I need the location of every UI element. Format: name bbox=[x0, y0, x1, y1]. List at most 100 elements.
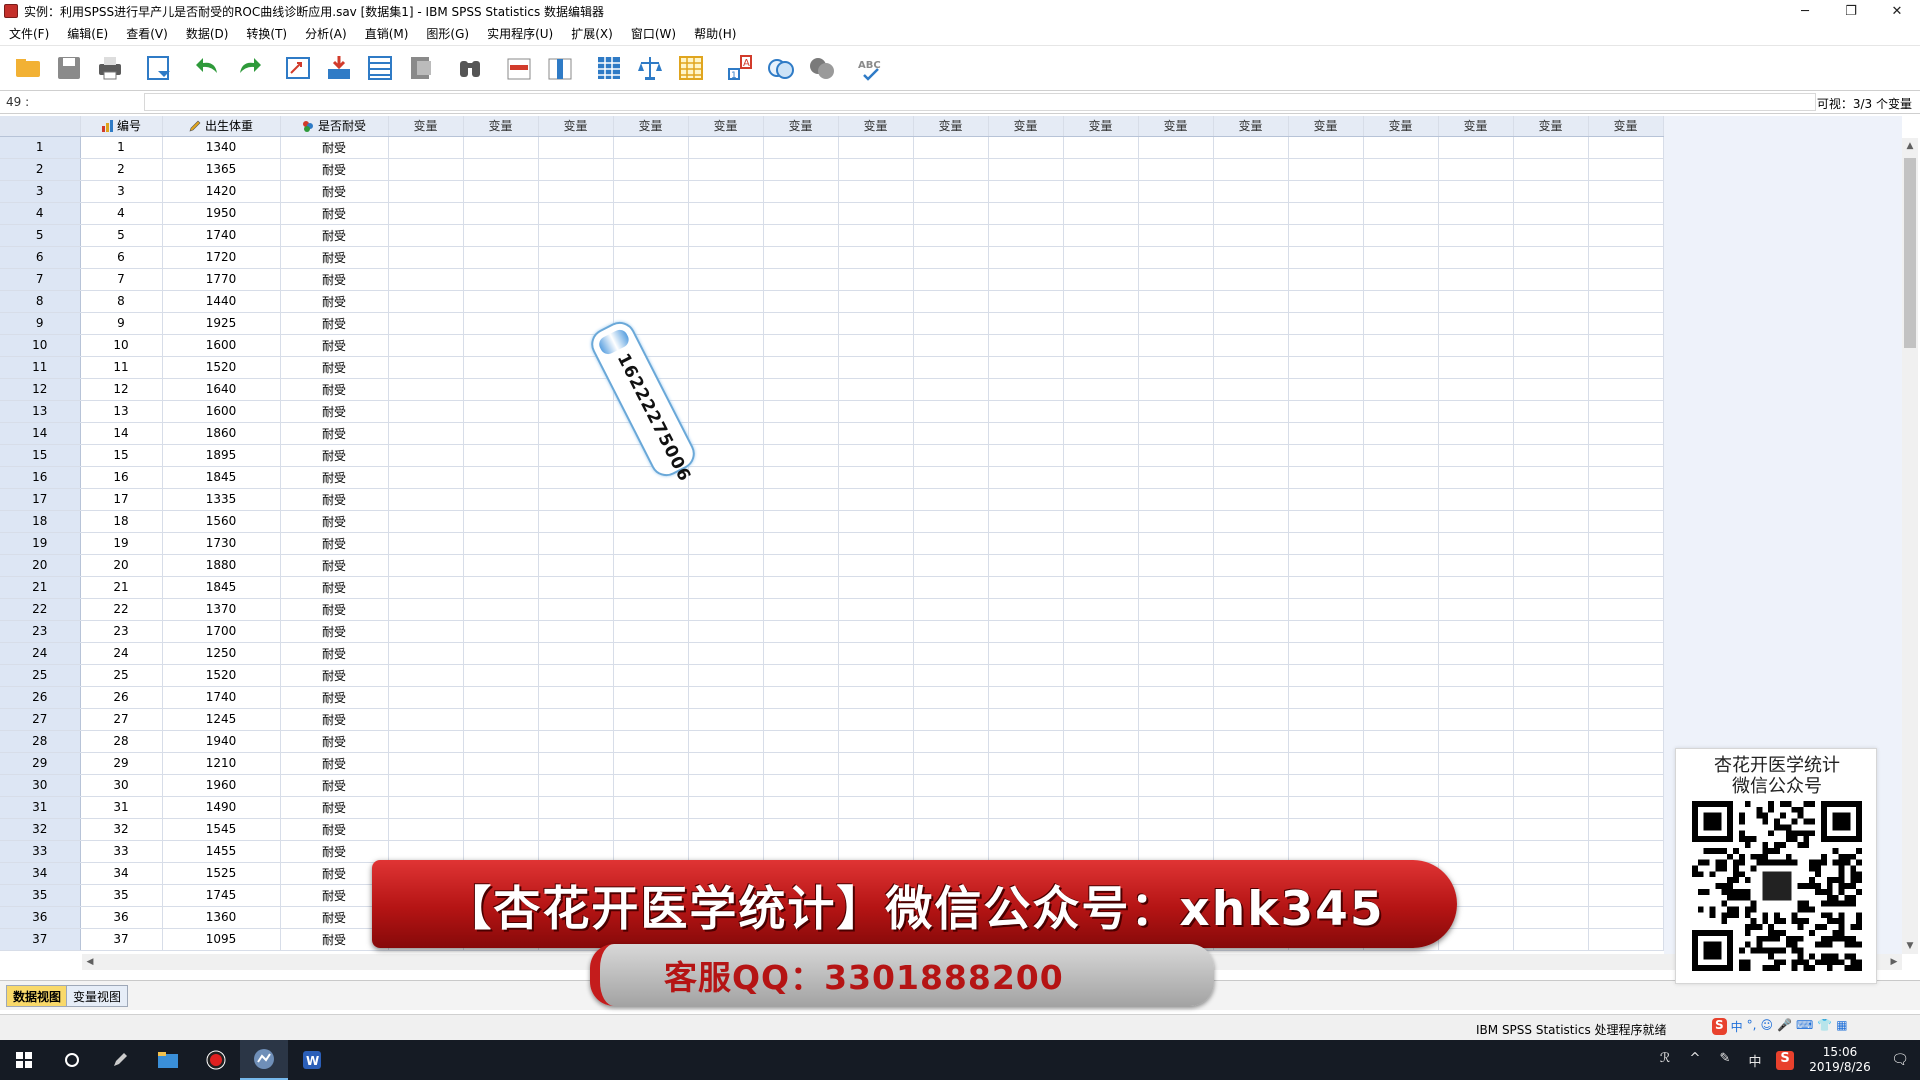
data-cell[interactable]: 1520 bbox=[162, 356, 281, 379]
empty-cell[interactable] bbox=[1363, 378, 1439, 401]
data-cell[interactable]: 3 bbox=[80, 180, 163, 203]
empty-cell[interactable] bbox=[1513, 664, 1589, 687]
row-number[interactable]: 36 bbox=[0, 906, 81, 929]
empty-cell[interactable] bbox=[1588, 202, 1664, 225]
empty-cell[interactable] bbox=[688, 422, 764, 445]
empty-cell[interactable] bbox=[913, 796, 989, 819]
empty-cell[interactable] bbox=[838, 422, 914, 445]
empty-cell[interactable] bbox=[1513, 136, 1589, 159]
empty-cell[interactable] bbox=[1513, 840, 1589, 863]
empty-cell[interactable] bbox=[538, 510, 614, 533]
empty-cell[interactable] bbox=[1438, 752, 1514, 775]
data-cell[interactable]: 耐受 bbox=[280, 598, 389, 621]
empty-cell[interactable] bbox=[388, 202, 464, 225]
empty-cell[interactable] bbox=[988, 488, 1064, 511]
empty-cell[interactable] bbox=[838, 532, 914, 555]
close-button[interactable]: ✕ bbox=[1874, 0, 1920, 22]
empty-cell[interactable] bbox=[1588, 510, 1664, 533]
empty-cell[interactable] bbox=[988, 576, 1064, 599]
empty-cell[interactable] bbox=[838, 158, 914, 181]
empty-cell[interactable] bbox=[1438, 642, 1514, 665]
data-cell[interactable]: 2 bbox=[80, 158, 163, 181]
empty-cell[interactable] bbox=[688, 708, 764, 731]
empty-cell[interactable] bbox=[538, 554, 614, 577]
empty-cell[interactable] bbox=[613, 642, 689, 665]
data-cell[interactable]: 1455 bbox=[162, 840, 281, 863]
empty-variable-column-header[interactable]: 变量 bbox=[1588, 116, 1664, 137]
empty-cell[interactable] bbox=[463, 202, 539, 225]
empty-cell[interactable] bbox=[1063, 268, 1139, 291]
empty-cell[interactable] bbox=[1438, 312, 1514, 335]
empty-cell[interactable] bbox=[688, 158, 764, 181]
empty-cell[interactable] bbox=[1363, 554, 1439, 577]
empty-cell[interactable] bbox=[1063, 488, 1139, 511]
empty-cell[interactable] bbox=[1438, 158, 1514, 181]
empty-cell[interactable] bbox=[913, 686, 989, 709]
data-cell[interactable]: 1880 bbox=[162, 554, 281, 577]
empty-cell[interactable] bbox=[1138, 620, 1214, 643]
row-number[interactable]: 21 bbox=[0, 576, 81, 599]
data-cell[interactable]: 1095 bbox=[162, 928, 281, 951]
empty-cell[interactable] bbox=[1588, 928, 1664, 951]
empty-cell[interactable] bbox=[1288, 312, 1364, 335]
row-number[interactable]: 16 bbox=[0, 466, 81, 489]
data-cell[interactable]: 1770 bbox=[162, 268, 281, 291]
empty-cell[interactable] bbox=[838, 642, 914, 665]
data-cell[interactable]: 耐受 bbox=[280, 422, 389, 445]
find-icon[interactable] bbox=[452, 50, 488, 86]
data-cell[interactable]: 24 bbox=[80, 642, 163, 665]
empty-cell[interactable] bbox=[688, 312, 764, 335]
empty-cell[interactable] bbox=[1363, 730, 1439, 753]
menu-item-8[interactable]: 实用程序(U) bbox=[478, 22, 562, 46]
empty-cell[interactable] bbox=[613, 840, 689, 863]
empty-cell[interactable] bbox=[1438, 510, 1514, 533]
empty-cell[interactable] bbox=[463, 708, 539, 731]
empty-cell[interactable] bbox=[1588, 620, 1664, 643]
empty-cell[interactable] bbox=[988, 620, 1064, 643]
empty-cell[interactable] bbox=[1288, 686, 1364, 709]
row-number[interactable]: 5 bbox=[0, 224, 81, 247]
empty-cell[interactable] bbox=[988, 774, 1064, 797]
empty-cell[interactable] bbox=[1588, 752, 1664, 775]
empty-cell[interactable] bbox=[388, 708, 464, 731]
empty-cell[interactable] bbox=[1138, 268, 1214, 291]
empty-cell[interactable] bbox=[988, 554, 1064, 577]
redo-icon[interactable] bbox=[231, 50, 267, 86]
empty-cell[interactable] bbox=[388, 466, 464, 489]
empty-cell[interactable] bbox=[1213, 268, 1289, 291]
empty-cell[interactable] bbox=[388, 818, 464, 841]
empty-cell[interactable] bbox=[1513, 708, 1589, 731]
ime-icon-2[interactable]: °, bbox=[1747, 1018, 1757, 1035]
empty-cell[interactable] bbox=[838, 136, 914, 159]
empty-cell[interactable] bbox=[1438, 576, 1514, 599]
empty-cell[interactable] bbox=[1588, 906, 1664, 929]
empty-cell[interactable] bbox=[1363, 290, 1439, 313]
empty-cell[interactable] bbox=[538, 246, 614, 269]
empty-cell[interactable] bbox=[538, 488, 614, 511]
empty-cell[interactable] bbox=[538, 708, 614, 731]
data-cell[interactable]: 36 bbox=[80, 906, 163, 929]
empty-cell[interactable] bbox=[1438, 664, 1514, 687]
empty-cell[interactable] bbox=[988, 642, 1064, 665]
empty-variable-column-header[interactable]: 变量 bbox=[463, 116, 539, 137]
empty-cell[interactable] bbox=[913, 708, 989, 731]
empty-cell[interactable] bbox=[1513, 246, 1589, 269]
file-explorer-icon[interactable] bbox=[144, 1040, 192, 1080]
empty-cell[interactable] bbox=[1363, 180, 1439, 203]
empty-cell[interactable] bbox=[913, 532, 989, 555]
empty-cell[interactable] bbox=[913, 378, 989, 401]
empty-cell[interactable] bbox=[838, 466, 914, 489]
empty-cell[interactable] bbox=[388, 356, 464, 379]
scroll-left-icon[interactable]: ◀ bbox=[82, 954, 98, 970]
row-number[interactable]: 4 bbox=[0, 202, 81, 225]
empty-cell[interactable] bbox=[1288, 356, 1364, 379]
data-cell[interactable]: 耐受 bbox=[280, 180, 389, 203]
empty-cell[interactable] bbox=[1588, 224, 1664, 247]
empty-cell[interactable] bbox=[1438, 356, 1514, 379]
data-cell[interactable]: 30 bbox=[80, 774, 163, 797]
empty-cell[interactable] bbox=[538, 136, 614, 159]
show-all-variables-icon[interactable] bbox=[804, 50, 840, 86]
empty-cell[interactable] bbox=[463, 642, 539, 665]
empty-cell[interactable] bbox=[388, 136, 464, 159]
variables-icon[interactable] bbox=[362, 50, 398, 86]
